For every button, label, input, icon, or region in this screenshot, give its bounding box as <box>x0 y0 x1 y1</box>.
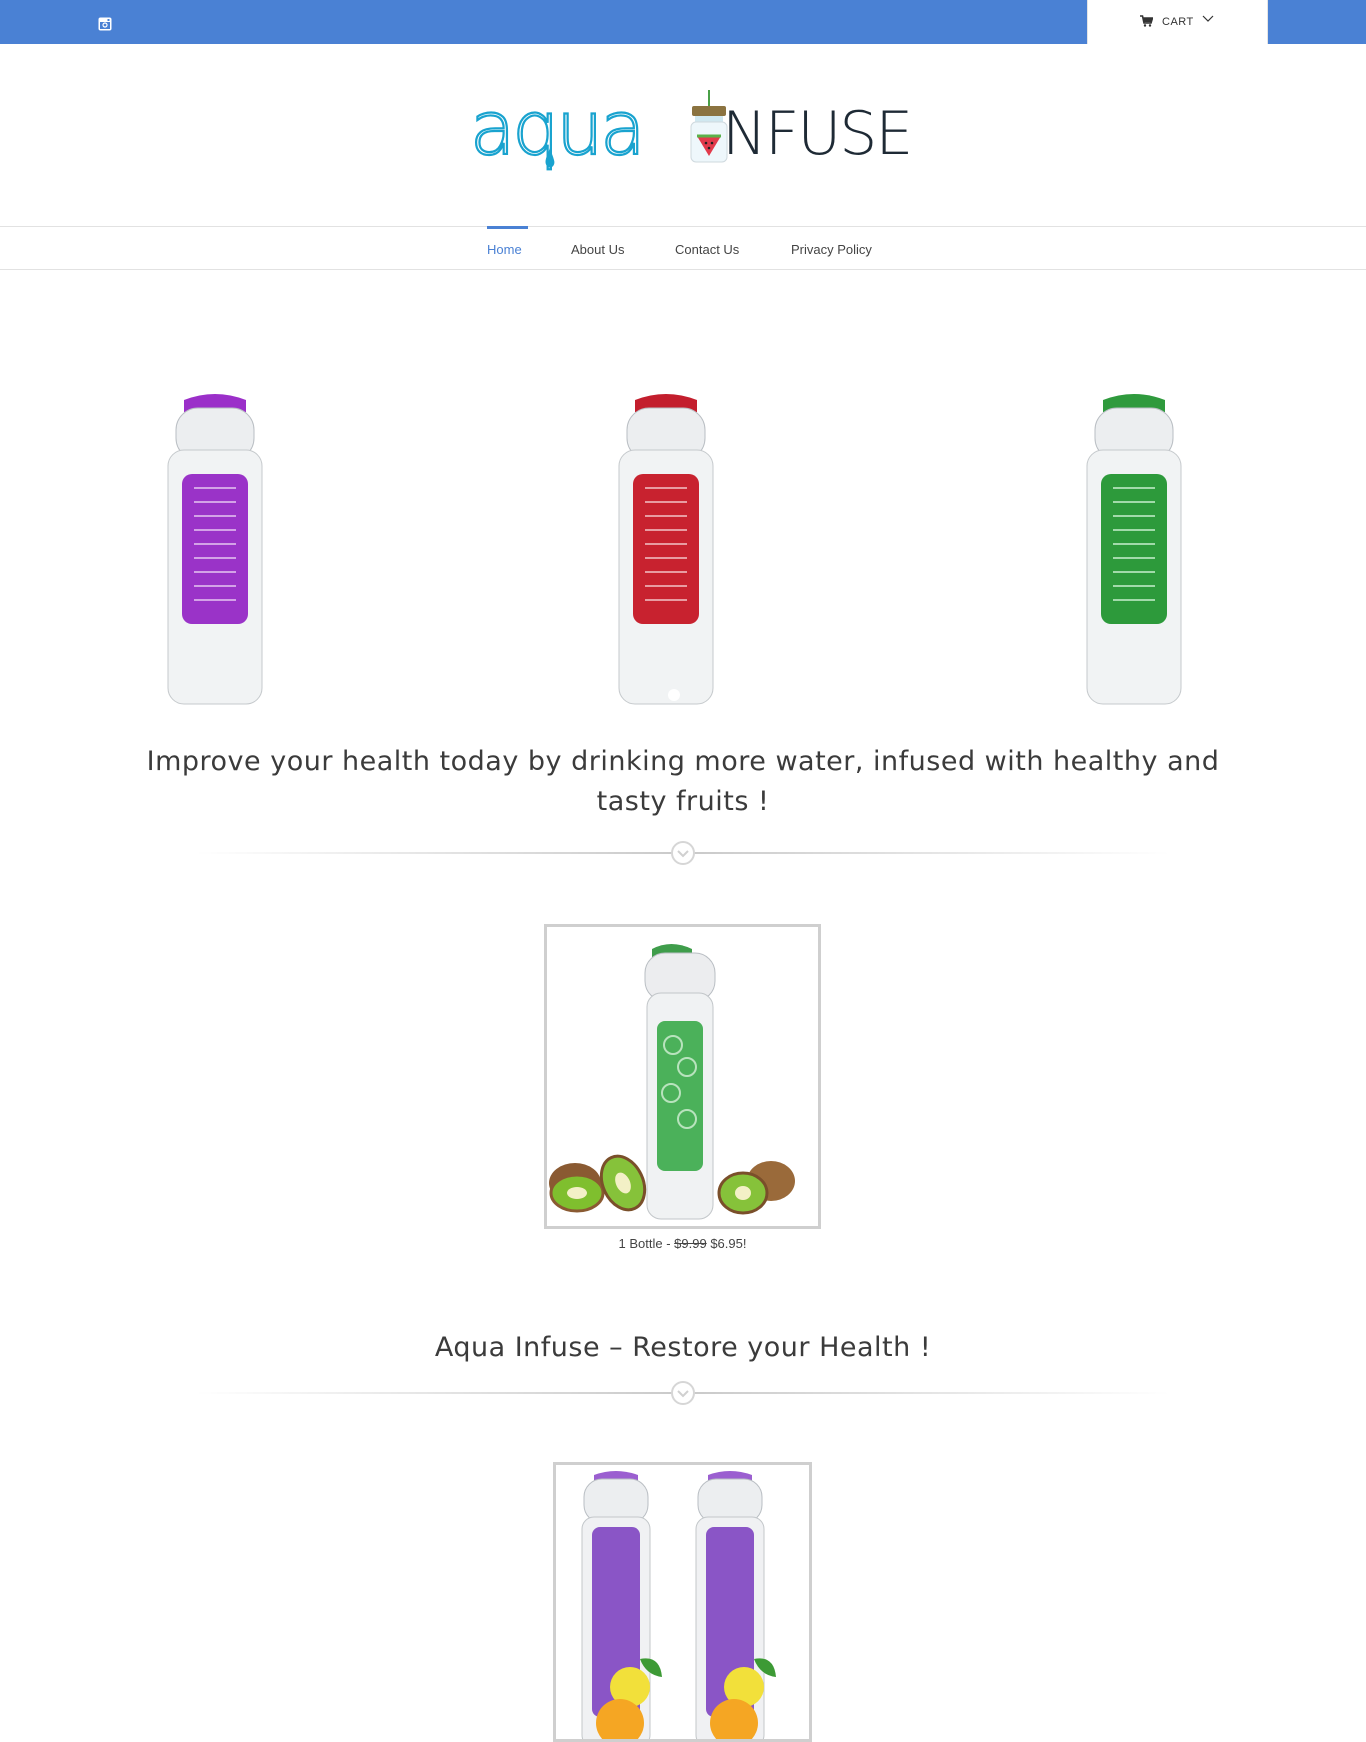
section-title: Aqua Infuse – Restore your Health ! <box>434 1332 932 1363</box>
chevron-down-icon <box>1202 15 1214 22</box>
nav-item-home[interactable]: Home <box>487 242 522 257</box>
bottle-image-purple <box>167 394 263 705</box>
caption-prefix: 1 Bottle - <box>618 1236 675 1251</box>
kiwi-bottle-image <box>549 944 795 1220</box>
nav-item-contact-us[interactable]: Contact Us <box>675 242 739 257</box>
hero-tagline: Improve your health today by drinking mo… <box>146 746 1220 817</box>
main-nav: Home About Us Contact Us Privacy Policy <box>0 226 1366 270</box>
product-image-two-purple-bottles[interactable] <box>553 1462 812 1742</box>
active-nav-indicator <box>487 226 528 229</box>
bottle-image-red <box>618 394 714 705</box>
two-bottles-image <box>581 1471 776 1739</box>
nav-item-about-us[interactable]: About Us <box>571 242 624 257</box>
instagram-icon[interactable] <box>98 17 112 31</box>
old-price: $9.99 <box>674 1236 707 1251</box>
new-price: $6.95! <box>710 1236 747 1251</box>
product-caption: 1 Bottle - $9.99 $6.95! <box>544 1236 821 1251</box>
logo-text-aqua: aqua <box>470 86 643 172</box>
nav-item-privacy-policy[interactable]: Privacy Policy <box>791 242 872 257</box>
top-bar: CART <box>0 0 1366 44</box>
section-separator <box>196 1381 1170 1405</box>
bottle-image-green <box>1086 394 1182 705</box>
site-logo[interactable]: aqua NFUSE <box>470 86 910 176</box>
section-separator <box>196 841 1170 865</box>
cart-button[interactable]: CART <box>1087 0 1268 44</box>
cart-icon <box>1140 15 1153 27</box>
logo-text-nfuse: NFUSE <box>722 99 910 169</box>
cart-label: CART <box>1162 16 1194 28</box>
product-image-kiwi-bottle[interactable] <box>544 924 821 1229</box>
